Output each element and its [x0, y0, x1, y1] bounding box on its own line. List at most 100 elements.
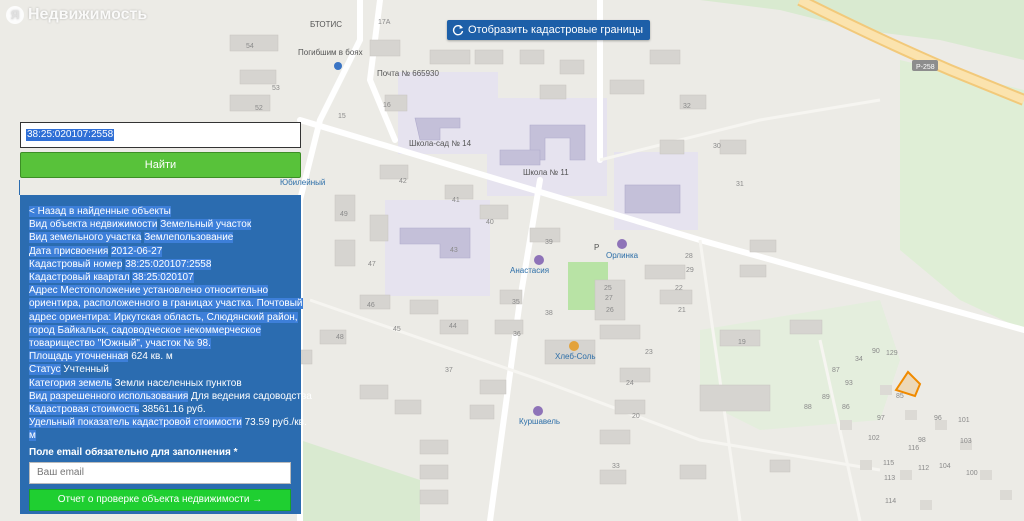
house-number: 39 [545, 239, 553, 246]
house-number: 22 [675, 285, 683, 292]
info-key: Дата присвоения [29, 245, 109, 257]
find-button[interactable]: Найти [20, 152, 301, 178]
refresh-icon [452, 25, 464, 36]
info-key: Кадастровый квартал [29, 272, 130, 284]
house-number: 104 [939, 463, 951, 470]
house-number: 101 [958, 417, 970, 424]
search-box: 38:25:020107:2558 [20, 122, 301, 148]
house-number: 48 [336, 334, 344, 341]
house-number: 46 [367, 302, 375, 309]
house-number: 103 [960, 438, 972, 445]
unit-cost-tail: м [29, 430, 36, 442]
house-number: 113 [884, 475, 895, 482]
house-number: 54 [246, 43, 254, 50]
house-number: 85 [896, 393, 904, 400]
house-number: 17А [378, 19, 391, 26]
poi-btotis: БТОТИС [310, 20, 342, 29]
poi-jubilee: Юбилейный [280, 178, 325, 187]
info-value: Земельный участок [160, 219, 252, 231]
area-value: 624 кв. м [131, 351, 173, 363]
poi-orlinka-icon[interactable] [617, 239, 627, 249]
poi-school-kindergarten: Школа-сад № 14 [409, 139, 472, 148]
house-number: 88 [804, 404, 812, 411]
category-value: Земли населенных пунктов [114, 377, 242, 389]
unit-cost-key: Удельный показатель кадастровой стоимост… [29, 417, 242, 429]
email-label: Поле email обязательно для заполнения * [29, 446, 238, 458]
info-key: Вид земельного участка [29, 232, 142, 244]
house-number: 93 [845, 380, 853, 387]
house-number: 28 [685, 253, 693, 260]
poi-memorial: Погибшим в боях [298, 48, 363, 57]
poi-anastasia: Анастасия [510, 266, 549, 275]
house-number: 15 [338, 113, 346, 120]
cadastral-number-input[interactable] [20, 122, 301, 148]
address-line: Адрес Местоположение установлено относит… [29, 285, 269, 297]
info-key: Вид объекта недвижимости [29, 219, 158, 231]
house-number: 34 [855, 356, 863, 363]
cadastre-boundaries-button[interactable]: Отобразить кадастровые границы [447, 20, 651, 40]
house-number: 97 [877, 415, 885, 422]
report-button[interactable]: Отчет о проверке объекта недвижимости → [29, 488, 291, 511]
usage-value: Для ведения садоводства [191, 390, 312, 402]
info-key: Кадастровый номер [29, 258, 123, 270]
house-number: 52 [255, 105, 263, 112]
address-line: город Байкальск, садоводческое некоммерч… [29, 324, 262, 336]
house-number: 87 [832, 367, 840, 374]
info-value: 38:25:020107:2558 [125, 258, 212, 270]
house-number: 115 [883, 460, 894, 467]
house-number: 116 [908, 445, 919, 452]
info-value: Землепользование [144, 232, 234, 244]
poi-post: Почта № 665930 [377, 69, 439, 78]
poi-orlinka: Орлинка [606, 251, 639, 260]
house-number: 21 [678, 307, 686, 314]
poi-school: Школа № 11 [523, 168, 569, 177]
info-row: Дата присвоения 2012-06-27 [29, 245, 293, 258]
unit-cost-value: 73.59 руб./кв. [244, 417, 307, 429]
house-number: 44 [449, 323, 457, 330]
house-number: 25 [604, 285, 612, 292]
cost-key: Кадастровая стоимость [29, 404, 140, 416]
post-icon[interactable] [334, 62, 342, 70]
house-number: 36 [513, 331, 521, 338]
house-number: 49 [340, 211, 348, 218]
poi-parking: P [594, 243, 599, 252]
address-line: адрес ориентира: Иркутская область, Слюд… [29, 311, 298, 323]
poi-hleb-sol-icon[interactable] [569, 341, 579, 351]
house-number: 31 [736, 181, 744, 188]
house-number: 26 [606, 307, 614, 314]
status-key: Статус [29, 364, 61, 376]
house-number: 53 [272, 85, 280, 92]
address-line: ориентира, расположенного в границах уча… [29, 298, 303, 310]
category-key: Категория земель [29, 377, 112, 389]
house-number: 37 [445, 367, 453, 374]
house-number: 33 [612, 463, 620, 470]
poi-kurshavel-icon[interactable] [533, 406, 543, 416]
house-number: 42 [399, 178, 407, 185]
house-number: 40 [486, 219, 494, 226]
address-line: товарищество "Южный", участок № 98. [29, 338, 211, 350]
poi-anastasia-icon[interactable] [534, 255, 544, 265]
house-number: 35 [512, 299, 520, 306]
house-number: 129 [886, 350, 898, 357]
house-number: 19 [738, 339, 746, 346]
house-number: 41 [452, 197, 460, 204]
info-value: 38:25:020107 [132, 272, 194, 284]
logo: Я Недвижимость [6, 6, 147, 24]
house-number: 30 [713, 143, 721, 150]
info-row: Кадастровый номер 38:25:020107:2558 [29, 258, 293, 271]
house-number: 100 [966, 470, 978, 477]
cadastre-boundaries-label: Отобразить кадастровые границы [468, 24, 644, 36]
road-number-label: Р-258 [916, 64, 935, 71]
cost-value: 38561.16 руб. [142, 404, 206, 416]
house-number: 96 [934, 415, 942, 422]
back-to-results-link[interactable]: < Назад в найденные объекты [29, 206, 171, 217]
info-value: 2012-06-27 [111, 245, 163, 257]
house-number: 102 [868, 435, 880, 442]
house-number: 23 [645, 349, 653, 356]
info-row: Вид земельного участка Землепользование [29, 231, 293, 244]
area-key: Площадь уточненная [29, 351, 129, 363]
house-number: 32 [683, 103, 691, 110]
email-field[interactable] [29, 461, 291, 484]
logo-mark: Я [6, 6, 24, 24]
house-number: 29 [686, 267, 694, 274]
